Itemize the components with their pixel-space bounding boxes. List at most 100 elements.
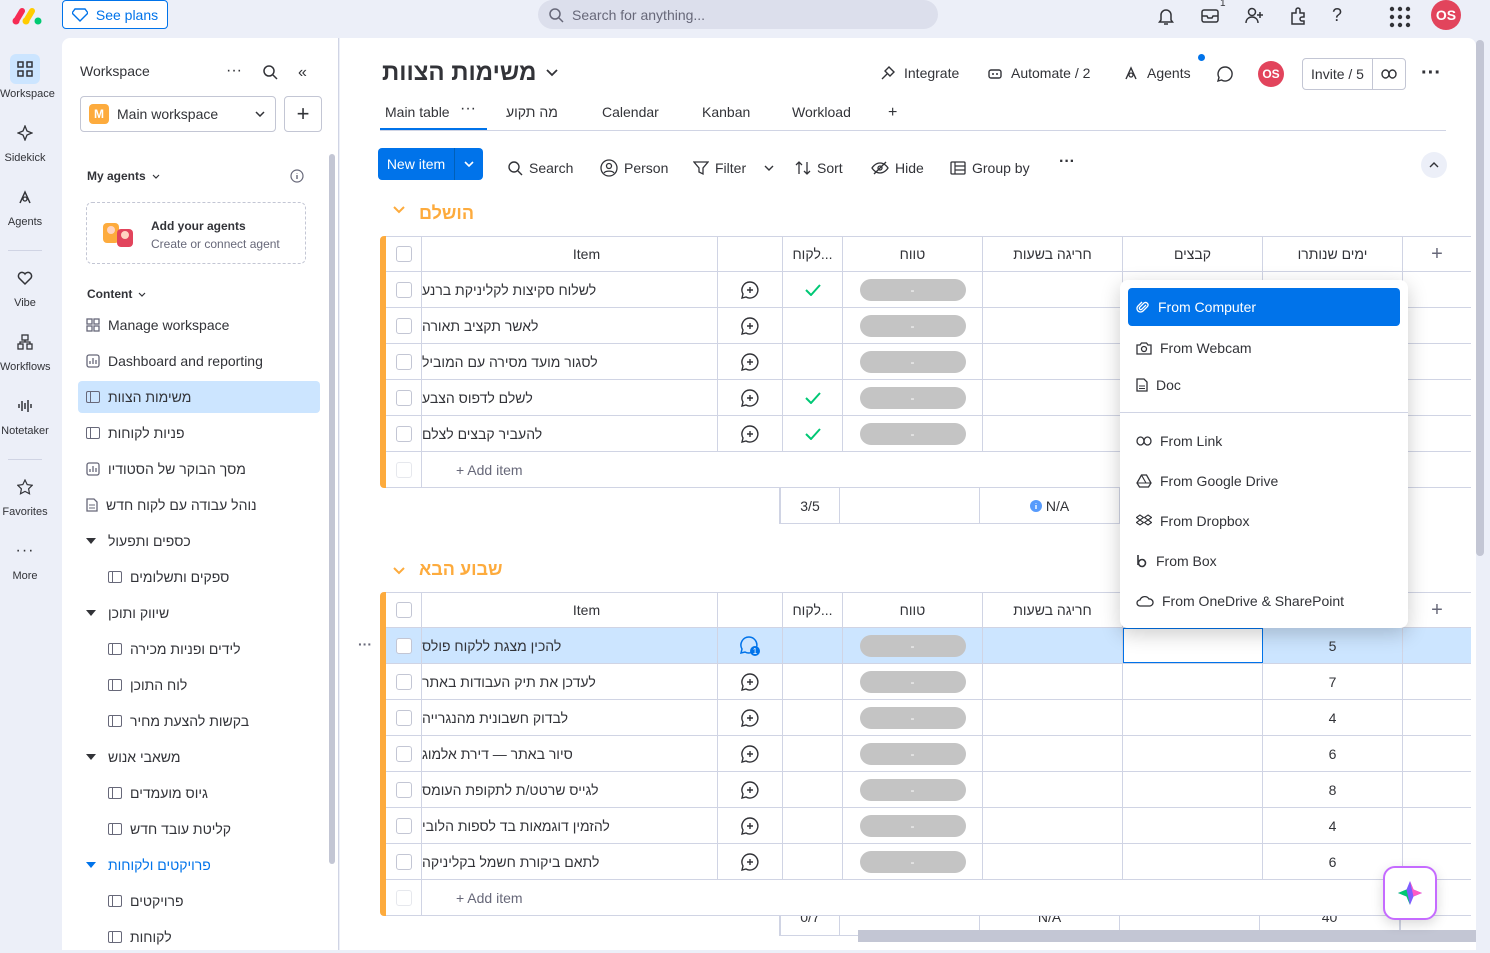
tab-workload[interactable]: Workload xyxy=(792,104,851,120)
column-header-item[interactable]: Item xyxy=(422,237,718,271)
row-checkbox[interactable] xyxy=(395,317,412,334)
see-plans-button[interactable]: See plans xyxy=(62,0,168,29)
add-update-icon[interactable] xyxy=(718,272,783,307)
sort-button[interactable]: Sort xyxy=(795,154,843,182)
sidebar-item-projects[interactable]: פרויקטים xyxy=(100,885,320,917)
updates-with-count-icon[interactable]: 1 xyxy=(718,628,783,663)
checkmark-icon[interactable] xyxy=(783,380,843,415)
files-cell[interactable] xyxy=(1123,772,1263,807)
menu-item-doc[interactable]: Doc xyxy=(1128,366,1400,404)
search-button[interactable]: Search xyxy=(507,154,573,182)
menu-item-from-onedrive[interactable]: From OneDrive & SharePoint xyxy=(1128,582,1400,620)
sidebar-item-client-requests[interactable]: פניות לקוחות xyxy=(78,417,320,449)
overrun-cell[interactable] xyxy=(983,416,1123,451)
row-checkbox[interactable] xyxy=(395,389,412,406)
add-update-icon[interactable] xyxy=(718,416,783,451)
menu-item-from-webcam[interactable]: From Webcam xyxy=(1128,329,1400,367)
add-item-row[interactable]: + Add item xyxy=(386,880,1471,916)
board-more-icon[interactable]: ··· xyxy=(1421,62,1441,85)
add-update-icon[interactable] xyxy=(718,380,783,415)
collapse-sidebar-icon[interactable]: « xyxy=(298,64,307,82)
column-header-days-left[interactable]: ימים שנותרו xyxy=(1263,237,1403,271)
sidebar-item-manage-workspace[interactable]: Manage workspace xyxy=(78,309,320,341)
overrun-cell[interactable] xyxy=(983,628,1123,663)
menu-item-from-box[interactable]: From Box xyxy=(1128,542,1400,580)
days-cell[interactable]: 5 xyxy=(1263,628,1403,663)
filter-button[interactable]: Filter xyxy=(693,154,774,182)
my-agents-section[interactable]: My agents xyxy=(87,169,160,183)
select-all-cell[interactable] xyxy=(386,237,422,271)
table-row[interactable]: לתאם ביקורת חשמל בקליניקה - 6 xyxy=(386,844,1471,880)
group-collapse-icon[interactable] xyxy=(393,567,405,575)
client-cell[interactable] xyxy=(783,808,843,843)
sidebar-item-dashboard[interactable]: Dashboard and reporting xyxy=(78,345,320,377)
table-row[interactable]: סיור באתר — דירת אלמוג - 6 xyxy=(386,736,1471,772)
files-cell[interactable] xyxy=(1123,700,1263,735)
timeline-cell[interactable]: - xyxy=(843,416,983,451)
table-row[interactable]: להזמין דוגמאות בד לספות הלובי - 4 xyxy=(386,808,1471,844)
add-update-icon[interactable] xyxy=(718,344,783,379)
sidebar-item-recruiting[interactable]: גיוס מועמדים xyxy=(100,777,320,809)
sidebar-folder-hr[interactable]: משאבי אנוש xyxy=(78,741,320,773)
client-cell[interactable] xyxy=(783,772,843,807)
rail-workspace[interactable]: Workspace xyxy=(0,54,55,100)
row-checkbox[interactable] xyxy=(395,673,412,690)
toolbar-more-icon[interactable]: ··· xyxy=(1059,153,1075,171)
item-name[interactable]: לאשר תקציב תאורה xyxy=(422,308,718,343)
select-all-checkbox[interactable] xyxy=(395,246,412,262)
add-agents-card[interactable]: Add your agents Create or connect agent xyxy=(86,202,306,264)
rail-workflows[interactable]: Workflows xyxy=(0,327,51,373)
row-checkbox[interactable] xyxy=(395,709,412,726)
overrun-cell[interactable] xyxy=(983,664,1123,699)
apps-icon[interactable] xyxy=(1287,5,1309,27)
sidebar-item-new-client-procedure[interactable]: נוהל עבודה עם לקוח חדש xyxy=(78,489,320,521)
table-row[interactable]: לעדכן את תיק העבודות באתר - 7 xyxy=(386,664,1471,700)
add-column-button[interactable]: + xyxy=(1403,237,1471,271)
rail-notetaker[interactable]: Notetaker xyxy=(0,391,50,437)
chevron-down-icon[interactable] xyxy=(455,148,483,180)
rail-more[interactable]: ··· More xyxy=(0,536,50,582)
menu-item-from-computer[interactable]: From Computer xyxy=(1128,288,1400,326)
item-name[interactable]: להזמין דוגמאות בד לספות הלובי xyxy=(422,808,718,843)
item-name[interactable]: להעביר קבצים לצלם xyxy=(422,416,718,451)
menu-item-from-google-drive[interactable]: From Google Drive xyxy=(1128,462,1400,500)
collapse-header-icon[interactable] xyxy=(1421,152,1447,178)
overrun-cell[interactable] xyxy=(983,772,1123,807)
copy-link-icon[interactable] xyxy=(1373,59,1405,89)
row-checkbox[interactable] xyxy=(395,637,412,654)
sidebar-item-onboarding[interactable]: קליטת עובד חדש xyxy=(100,813,320,845)
row-checkbox[interactable] xyxy=(395,425,412,442)
timeline-cell[interactable]: - xyxy=(843,308,983,343)
overrun-cell[interactable] xyxy=(983,308,1123,343)
client-cell[interactable] xyxy=(783,844,843,879)
inbox-icon[interactable] xyxy=(1199,5,1221,27)
bell-icon[interactable] xyxy=(1155,5,1177,27)
sidekick-fab[interactable] xyxy=(1383,866,1437,920)
updates-chat-icon[interactable] xyxy=(1216,65,1234,83)
overrun-cell[interactable] xyxy=(983,844,1123,879)
rail-agents[interactable]: Agents xyxy=(0,182,50,228)
item-name[interactable]: לבדוק חשבונית מהנגרייה xyxy=(422,700,718,735)
row-checkbox[interactable] xyxy=(395,353,412,370)
group-by-button[interactable]: Group by xyxy=(950,154,1030,182)
add-update-icon[interactable] xyxy=(718,808,783,843)
files-cell-active[interactable] xyxy=(1123,628,1263,663)
row-menu-icon[interactable]: ··· xyxy=(358,636,372,652)
board-title[interactable]: משימות הצוות xyxy=(382,59,559,87)
add-item-input[interactable]: + Add item xyxy=(422,880,1471,915)
column-header-overrun[interactable]: חריגה בשעות xyxy=(983,237,1123,271)
app-grid-icon[interactable] xyxy=(1388,5,1411,28)
column-header-overrun[interactable]: חריגה בשעות xyxy=(983,593,1123,627)
files-cell[interactable] xyxy=(1123,844,1263,879)
rail-sidekick[interactable]: Sidekick xyxy=(0,118,50,164)
add-update-icon[interactable] xyxy=(718,844,783,879)
person-filter-button[interactable]: Person xyxy=(600,154,668,182)
files-cell[interactable] xyxy=(1123,808,1263,843)
tab-kanban[interactable]: Kanban xyxy=(702,104,750,120)
column-header-files[interactable]: קבצים xyxy=(1123,237,1263,271)
days-cell[interactable]: 6 xyxy=(1263,736,1403,771)
tab-stuck[interactable]: מה תקוע xyxy=(506,104,558,120)
row-checkbox[interactable] xyxy=(395,745,412,762)
row-checkbox[interactable] xyxy=(395,281,412,298)
timeline-cell[interactable]: - xyxy=(843,272,983,307)
